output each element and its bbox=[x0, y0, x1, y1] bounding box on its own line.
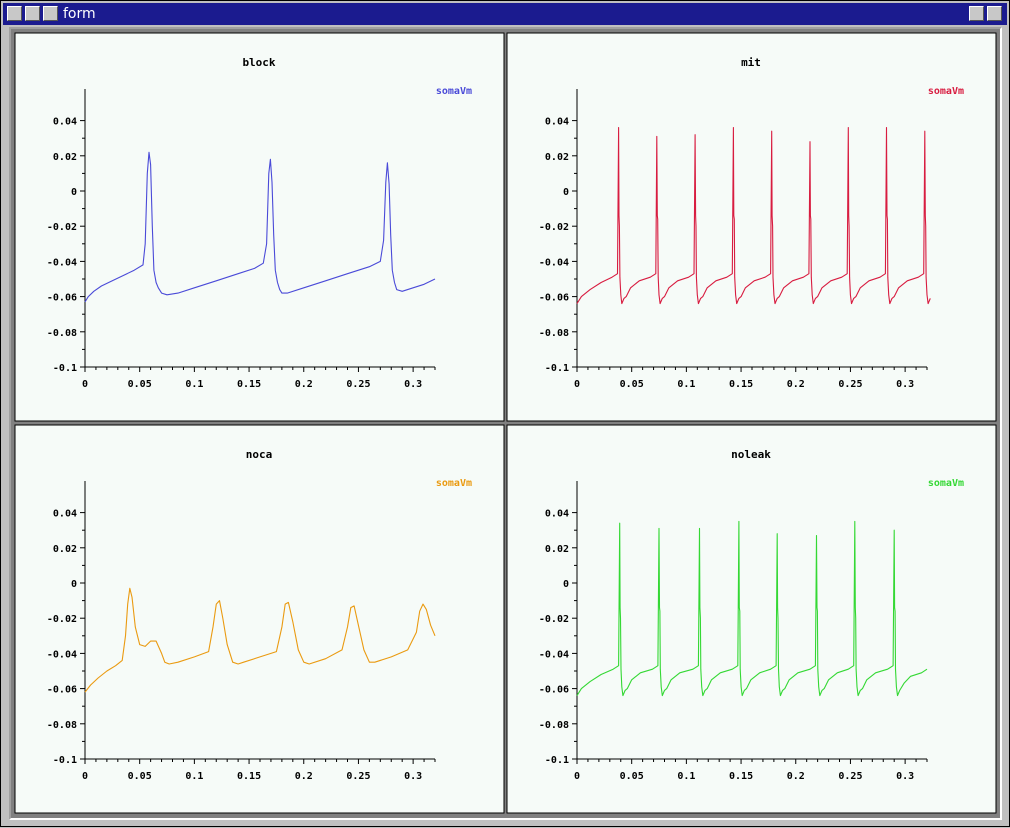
x-tick-label: 0.2 bbox=[295, 379, 313, 390]
x-tick-label: 0.15 bbox=[729, 379, 753, 390]
y-tick-label: -0.1 bbox=[545, 363, 569, 374]
legend-entry: somaVm bbox=[436, 478, 472, 489]
x-tick-label: 0.2 bbox=[787, 379, 805, 390]
panel-background bbox=[506, 32, 997, 422]
x-tick-label: 0.3 bbox=[896, 771, 914, 782]
x-tick-label: 0 bbox=[82, 379, 88, 390]
y-tick-label: -0.06 bbox=[47, 685, 77, 696]
legend-entry: somaVm bbox=[436, 86, 472, 97]
x-tick-label: 0.05 bbox=[620, 379, 644, 390]
y-tick-label: -0.1 bbox=[53, 363, 77, 374]
panel-background bbox=[506, 424, 997, 814]
x-tick-label: 0.3 bbox=[896, 379, 914, 390]
y-tick-label: 0.02 bbox=[53, 152, 77, 163]
x-tick-label: 0.2 bbox=[295, 771, 313, 782]
legend-entry: somaVm bbox=[928, 478, 964, 489]
x-tick-label: 0.2 bbox=[787, 771, 805, 782]
y-tick-label: -0.02 bbox=[539, 614, 569, 625]
y-tick-label: 0 bbox=[71, 579, 77, 590]
chart-title: block bbox=[242, 56, 275, 69]
legend-entry: somaVm bbox=[928, 86, 964, 97]
x-tick-label: 0.3 bbox=[404, 379, 422, 390]
y-tick-label: 0.02 bbox=[545, 152, 569, 163]
x-tick-label: 0 bbox=[82, 771, 88, 782]
chart-panel-block: block somaVm 0.04 0.02 0 -0.02 -0.04 -0.06 -0.08… bbox=[14, 32, 505, 422]
y-tick-label: 0.02 bbox=[53, 544, 77, 555]
x-tick-label: 0.1 bbox=[677, 771, 695, 782]
y-tick-label: 0.04 bbox=[53, 509, 77, 520]
y-tick-label: 0 bbox=[71, 187, 77, 198]
x-tick-label: 0.05 bbox=[620, 771, 644, 782]
y-tick-label: 0.04 bbox=[53, 117, 77, 128]
x-tick-label: 0.25 bbox=[838, 379, 862, 390]
y-tick-label: -0.04 bbox=[47, 257, 77, 268]
y-tick-label: -0.1 bbox=[545, 755, 569, 766]
y-tick-label: 0 bbox=[563, 187, 569, 198]
window: form block somaVm 0.04 0.02 0 -0.02 -0.04 -0.06… bbox=[0, 0, 1010, 827]
x-tick-label: 0.15 bbox=[237, 379, 261, 390]
panel-background bbox=[14, 424, 505, 814]
chart-title: noleak bbox=[731, 448, 771, 461]
y-tick-label: -0.08 bbox=[539, 720, 569, 731]
chart-title: mit bbox=[741, 56, 761, 69]
y-tick-label: -0.02 bbox=[47, 614, 77, 625]
y-tick-label: -0.06 bbox=[47, 293, 77, 304]
chart-panel-noleak: noleak somaVm 0.04 0.02 0 -0.02 -0.04 -0.06 -0.0… bbox=[506, 424, 997, 814]
chart-panel-noca: noca somaVm 0.04 0.02 0 -0.02 -0.04 -0.06 -0.08 -… bbox=[14, 424, 505, 814]
x-tick-label: 0.3 bbox=[404, 771, 422, 782]
y-tick-label: -0.02 bbox=[47, 222, 77, 233]
x-tick-label: 0.05 bbox=[128, 771, 152, 782]
y-tick-label: -0.06 bbox=[539, 293, 569, 304]
x-tick-label: 0.1 bbox=[185, 379, 203, 390]
y-tick-label: 0.04 bbox=[545, 117, 569, 128]
x-tick-label: 0.25 bbox=[346, 379, 370, 390]
x-tick-label: 0 bbox=[574, 379, 580, 390]
y-tick-label: -0.08 bbox=[47, 328, 77, 339]
y-tick-label: -0.02 bbox=[539, 222, 569, 233]
x-tick-label: 0.1 bbox=[677, 379, 695, 390]
y-tick-label: -0.04 bbox=[539, 649, 569, 660]
x-tick-label: 0.15 bbox=[237, 771, 261, 782]
x-tick-label: 0.05 bbox=[128, 379, 152, 390]
y-tick-label: -0.1 bbox=[53, 755, 77, 766]
y-tick-label: 0.04 bbox=[545, 509, 569, 520]
x-tick-label: 0.15 bbox=[729, 771, 753, 782]
x-tick-label: 0.25 bbox=[346, 771, 370, 782]
x-tick-label: 0.25 bbox=[838, 771, 862, 782]
y-tick-label: 0 bbox=[563, 579, 569, 590]
y-tick-label: -0.06 bbox=[539, 685, 569, 696]
y-tick-label: -0.04 bbox=[47, 649, 77, 660]
panel-background bbox=[14, 32, 505, 422]
y-tick-label: -0.08 bbox=[539, 328, 569, 339]
y-tick-label: 0.02 bbox=[545, 544, 569, 555]
x-tick-label: 0.1 bbox=[185, 771, 203, 782]
chart-panel-mit: mit somaVm 0.04 0.02 0 -0.02 -0.04 -0.06 -0.08 -0… bbox=[506, 32, 997, 422]
y-tick-label: -0.04 bbox=[539, 257, 569, 268]
chart-title: noca bbox=[246, 448, 273, 461]
y-tick-label: -0.08 bbox=[47, 720, 77, 731]
x-tick-label: 0 bbox=[574, 771, 580, 782]
plots-canvas: block somaVm 0.04 0.02 0 -0.02 -0.04 -0.06 -0.08… bbox=[14, 32, 997, 814]
